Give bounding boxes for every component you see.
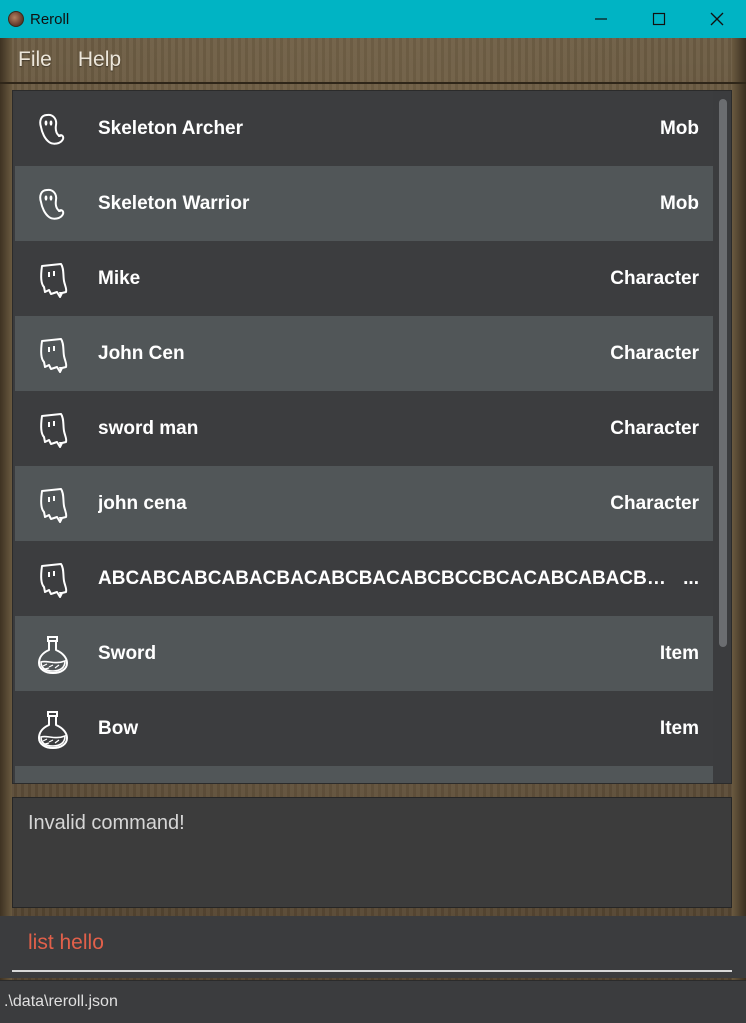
entry-name: Sword <box>98 642 157 664</box>
entry-type: Character <box>610 492 699 514</box>
menu-bar: File Help <box>0 38 746 84</box>
status-bar: .\data\reroll.json <box>0 980 746 1023</box>
character-ghost-icon <box>40 412 68 448</box>
window-title: Reroll <box>30 10 70 28</box>
scrollbar-thumb[interactable] <box>719 99 727 647</box>
list-item[interactable]: Sword Item <box>15 616 713 691</box>
entry-name: Skeleton Archer <box>98 117 244 139</box>
character-ghost-icon <box>40 562 68 598</box>
minimize-icon <box>595 18 607 20</box>
wood-edge-right <box>732 38 746 998</box>
entry-name: ABCABCABCABACBACABCBACABCBCCBCACABCABACB… <box>98 567 672 589</box>
character-ghost-icon <box>40 487 68 523</box>
potion-flask-icon <box>33 784 73 785</box>
result-message: Invalid command! <box>28 812 185 834</box>
character-ghost-icon <box>40 337 68 373</box>
list-item[interactable]: Skeleton Archer Mob <box>15 91 713 166</box>
list-item[interactable]: John Cen Character <box>15 316 713 391</box>
close-icon <box>710 12 724 26</box>
entry-type: Character <box>610 267 699 289</box>
menu-file[interactable]: File <box>18 48 52 72</box>
list-item[interactable]: john cena Character <box>15 466 713 541</box>
command-box <box>0 916 746 978</box>
entry-name: Mike <box>98 267 141 289</box>
entry-type: Character <box>610 417 699 439</box>
entry-name: Skeleton Warrior <box>98 192 250 214</box>
minimize-button[interactable] <box>572 0 630 38</box>
list-item[interactable]: ABCABCABCABACBACABCBACABCBCCBCACABCABACB… <box>15 541 713 616</box>
entry-name: john cena <box>98 492 187 514</box>
mob-ghost-icon <box>39 188 65 220</box>
title-bar: Reroll <box>0 0 746 38</box>
potion-flask-icon <box>38 710 68 749</box>
character-ghost-icon <box>40 262 68 298</box>
entity-list[interactable]: Skeleton Archer Mob Skeleton Warrior Mob… <box>12 90 732 784</box>
save-file-path: .\data\reroll.json <box>4 993 118 1010</box>
list-scrollbar[interactable] <box>717 95 729 781</box>
entry-type: Item <box>659 642 699 664</box>
window-controls <box>572 0 746 38</box>
result-display: Invalid command! <box>12 797 732 908</box>
entry-type: Item <box>659 717 699 739</box>
maximize-button[interactable] <box>630 0 688 38</box>
entry-type: Character <box>610 342 699 364</box>
reroll-app-icon <box>8 11 24 27</box>
entry-name: Bow <box>98 717 139 739</box>
menu-help[interactable]: Help <box>78 48 121 72</box>
entry-type: Mob <box>659 192 699 214</box>
list-item[interactable]: Bow Item <box>15 691 713 766</box>
potion-flask-icon <box>38 635 68 674</box>
list-item[interactable]: Mike Character <box>15 241 713 316</box>
list-item[interactable]: sword man Character <box>15 391 713 466</box>
entry-name: sword man <box>98 417 199 439</box>
list-item-partial[interactable] <box>15 766 713 785</box>
entry-name: John Cen <box>98 342 185 364</box>
entry-type: Mob <box>659 117 699 139</box>
wood-edge-left <box>0 38 12 998</box>
mob-ghost-icon <box>39 113 65 145</box>
close-button[interactable] <box>688 0 746 38</box>
entry-type: ... <box>683 567 699 589</box>
maximize-icon <box>652 12 666 26</box>
command-input[interactable] <box>12 916 732 972</box>
list-item[interactable]: Skeleton Warrior Mob <box>15 166 713 241</box>
